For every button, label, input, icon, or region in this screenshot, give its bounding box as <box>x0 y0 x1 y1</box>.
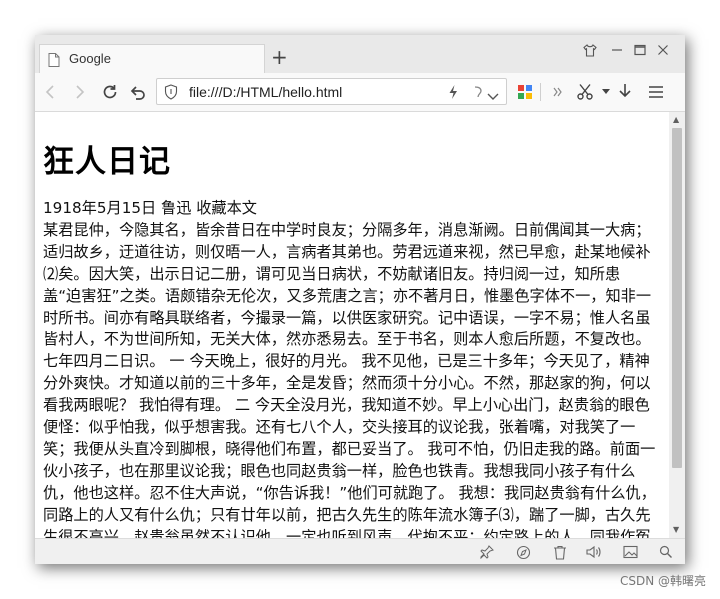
page-heading: 狂人日记 <box>43 144 171 180</box>
scissors-icon[interactable] <box>575 82 595 102</box>
pin-icon[interactable] <box>479 544 495 560</box>
close-icon[interactable] <box>654 41 672 59</box>
speaker-icon[interactable] <box>586 544 602 560</box>
status-bar <box>35 538 685 564</box>
maximize-icon[interactable] <box>631 41 649 59</box>
tab-title: Google <box>69 51 111 66</box>
scroll-down-icon[interactable]: ▼ <box>673 526 679 534</box>
undo-icon[interactable] <box>128 82 148 102</box>
security-shield-icon[interactable] <box>164 84 178 104</box>
reload-icon[interactable] <box>100 82 120 102</box>
minimize-icon[interactable] <box>608 41 626 59</box>
article-text: 某君昆仲，今隐其名，皆余昔日在中学时良友；分隔多年，消息渐阙。日前偶闻其一大病；… <box>43 220 656 538</box>
shirt-icon[interactable] <box>581 41 599 59</box>
url-dropdown-icon[interactable] <box>486 87 500 106</box>
page-viewport: 狂人日记 1918年5月15日 鲁迅 收藏本文 某君昆仲，今隐其名，皆余昔日在中… <box>35 112 669 538</box>
zoom-search-icon[interactable] <box>658 544 674 560</box>
trash-icon[interactable] <box>552 544 568 560</box>
apps-grid-icon[interactable] <box>515 82 535 102</box>
vertical-scrollbar[interactable]: ▲ ▼ <box>669 112 685 538</box>
article-meta: 1918年5月15日 鲁迅 收藏本文 <box>43 199 257 217</box>
lightning-icon[interactable] <box>447 84 459 104</box>
download-icon[interactable] <box>615 82 635 102</box>
watermark-text: CSDN @韩曙亮 <box>619 574 706 588</box>
browser-window: Google + file:///D:/HTML/hello.html 狂人日记… <box>35 35 685 564</box>
tab-google[interactable]: Google <box>39 44 265 73</box>
scissors-dropdown-icon[interactable] <box>596 82 616 102</box>
compass-icon[interactable] <box>515 544 531 560</box>
page-icon <box>48 52 60 67</box>
new-tab-button[interactable]: + <box>271 47 288 67</box>
back-icon[interactable] <box>41 82 61 102</box>
reader-mode-icon[interactable] <box>473 85 483 105</box>
article-body: 1918年5月15日 鲁迅 收藏本文 某君昆仲，今隐其名，皆余昔日在中学时良友；… <box>43 198 657 538</box>
toolbar-divider <box>540 83 541 101</box>
url-text[interactable]: file:///D:/HTML/hello.html <box>189 84 342 100</box>
navigation-toolbar: file:///D:/HTML/hello.html <box>35 73 685 112</box>
scroll-up-icon[interactable]: ▲ <box>673 116 679 124</box>
tab-bar: Google + <box>35 35 685 73</box>
forward-icon[interactable] <box>69 82 89 102</box>
more-chevron-icon[interactable] <box>548 82 568 102</box>
image-icon[interactable] <box>622 544 638 560</box>
menu-icon[interactable] <box>646 82 666 102</box>
scroll-thumb[interactable] <box>672 128 682 468</box>
address-bar[interactable]: file:///D:/HTML/hello.html <box>156 78 507 105</box>
